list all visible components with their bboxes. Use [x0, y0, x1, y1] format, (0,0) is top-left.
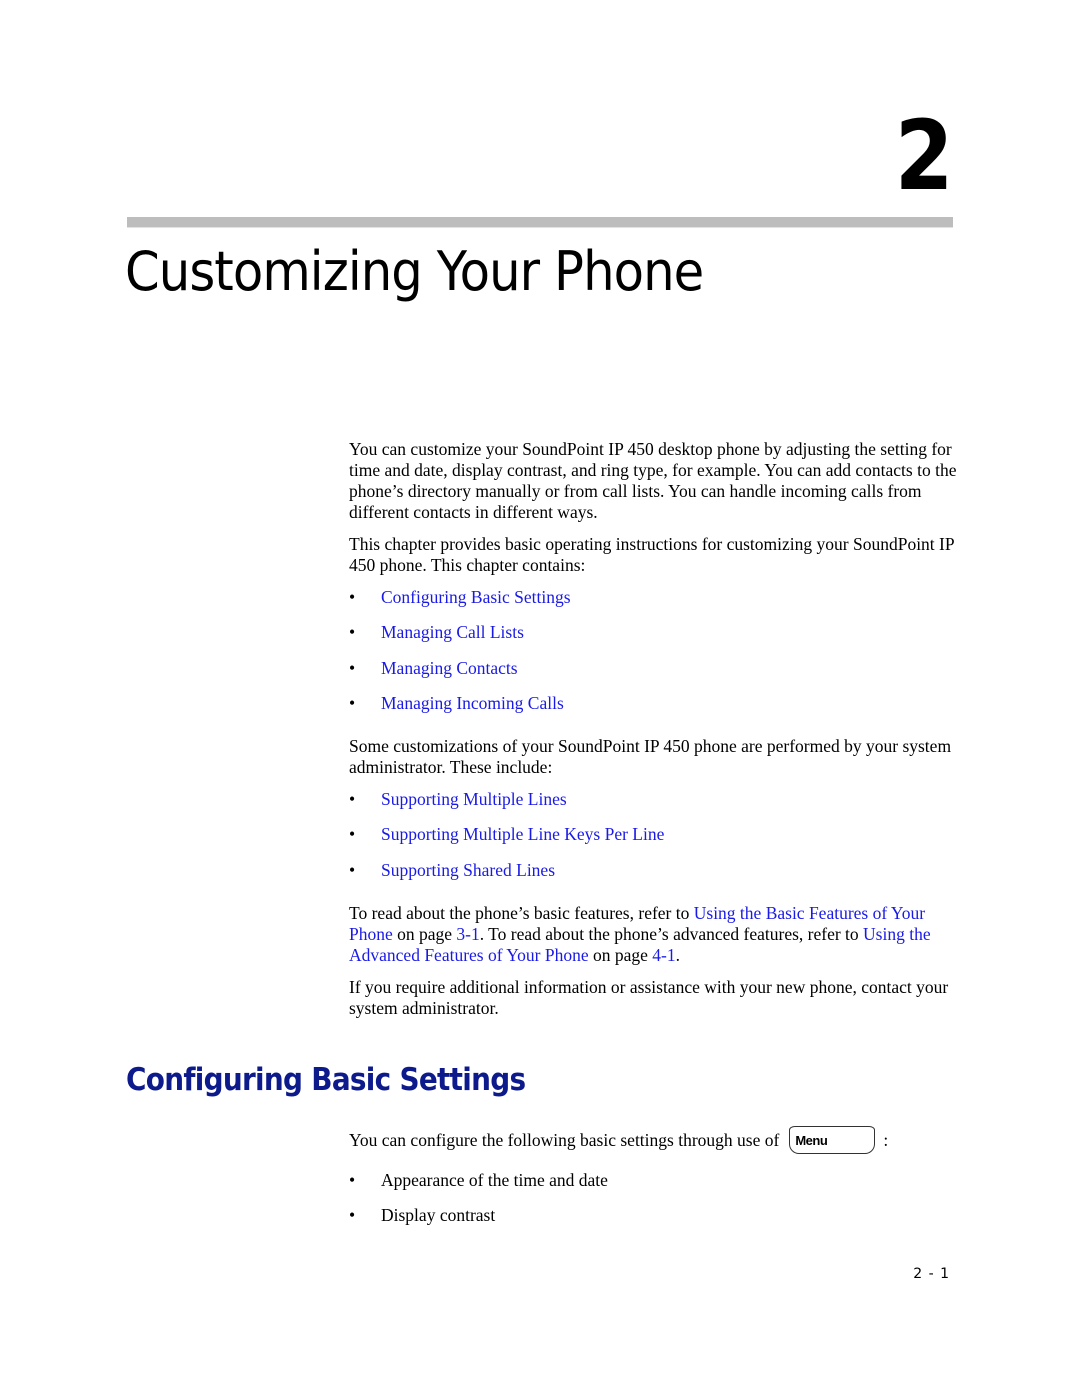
bullet-icon: • [349, 692, 356, 713]
list-item: • Display contrast [349, 1205, 969, 1240]
menu-key-label: Menu [795, 1132, 828, 1148]
bullet-icon: • [349, 622, 356, 643]
refer-paragraph: To read about the phone’s basic features… [349, 903, 959, 966]
section-intro-text: You can configure the following basic se… [349, 1129, 780, 1150]
refer-text: on page [588, 945, 653, 966]
list-item: • Supporting Multiple Lines [349, 789, 959, 824]
chapter-number: 2 [894, 100, 954, 212]
admin-paragraph: Some customizations of your SoundPoint I… [349, 736, 952, 778]
link-supporting-multiple-lines[interactable]: Supporting Multiple Lines [381, 789, 567, 809]
intro-body: You can customize your SoundPoint IP 450… [349, 439, 959, 1030]
list-item-label: Appearance of the time and date [381, 1170, 608, 1190]
refer-text: To read about the phone’s basic features… [349, 903, 694, 924]
refer-text: . To read about the phone’s advanced fea… [479, 924, 864, 945]
bullet-icon: • [349, 587, 356, 607]
bullet-icon: • [349, 789, 356, 810]
list-item: • Supporting Multiple Line Keys Per Line [349, 824, 959, 859]
section-heading: Configuring Basic Settings [126, 1062, 526, 1098]
link-supporting-multiple-line-keys[interactable]: Supporting Multiple Line Keys Per Line [381, 824, 664, 844]
list-item: • Supporting Shared Lines [349, 860, 959, 895]
assistance-paragraph: If you require additional information or… [349, 977, 949, 1019]
link-page-3-1[interactable]: 3-1 [456, 924, 479, 944]
bullet-icon: • [349, 824, 356, 845]
bullet-icon: • [349, 657, 356, 678]
link-page-4-1[interactable]: 4-1 [652, 945, 675, 965]
list-item: • Managing Contacts [349, 658, 959, 693]
link-managing-incoming-calls[interactable]: Managing Incoming Calls [381, 693, 564, 713]
intro-paragraph: You can customize your SoundPoint IP 450… [349, 439, 957, 522]
basic-settings-list: • Appearance of the time and date • Displa… [349, 1170, 969, 1241]
link-supporting-shared-lines[interactable]: Supporting Shared Lines [381, 860, 555, 880]
bullet-icon: • [349, 1205, 356, 1226]
menu-key-icon: Menu [789, 1126, 876, 1154]
admin-items-list: • Supporting Multiple Lines • Supporting M… [349, 789, 959, 895]
bullet-icon: • [349, 859, 356, 880]
chapter-contains-paragraph: This chapter provides basic operating in… [349, 534, 954, 575]
section-intro-suffix: : [883, 1129, 889, 1150]
chapter-title: Customizing Your Phone [125, 240, 704, 303]
list-item: • Managing Call Lists [349, 622, 959, 657]
chapter-contents-list: • Configuring Basic Settings • Managing Ca… [349, 587, 959, 728]
link-managing-call-lists[interactable]: Managing Call Lists [381, 622, 524, 642]
link-configuring-basic-settings[interactable]: Configuring Basic Settings [381, 587, 571, 607]
list-item: • Appearance of the time and date [349, 1170, 969, 1205]
refer-text: . [675, 945, 680, 966]
link-managing-contacts[interactable]: Managing Contacts [381, 658, 518, 678]
list-item-label: Display contrast [381, 1205, 496, 1226]
bullet-icon: • [349, 1170, 356, 1190]
section-intro: You can configure the following basic se… [349, 1126, 969, 1154]
chapter-rule [127, 217, 953, 228]
list-item: • Configuring Basic Settings [349, 587, 959, 622]
section-body: You can configure the following basic se… [349, 1126, 969, 1249]
page-number: 2 - 1 [913, 1266, 950, 1282]
refer-text: on page [392, 924, 457, 945]
list-item: • Managing Incoming Calls [349, 693, 959, 728]
